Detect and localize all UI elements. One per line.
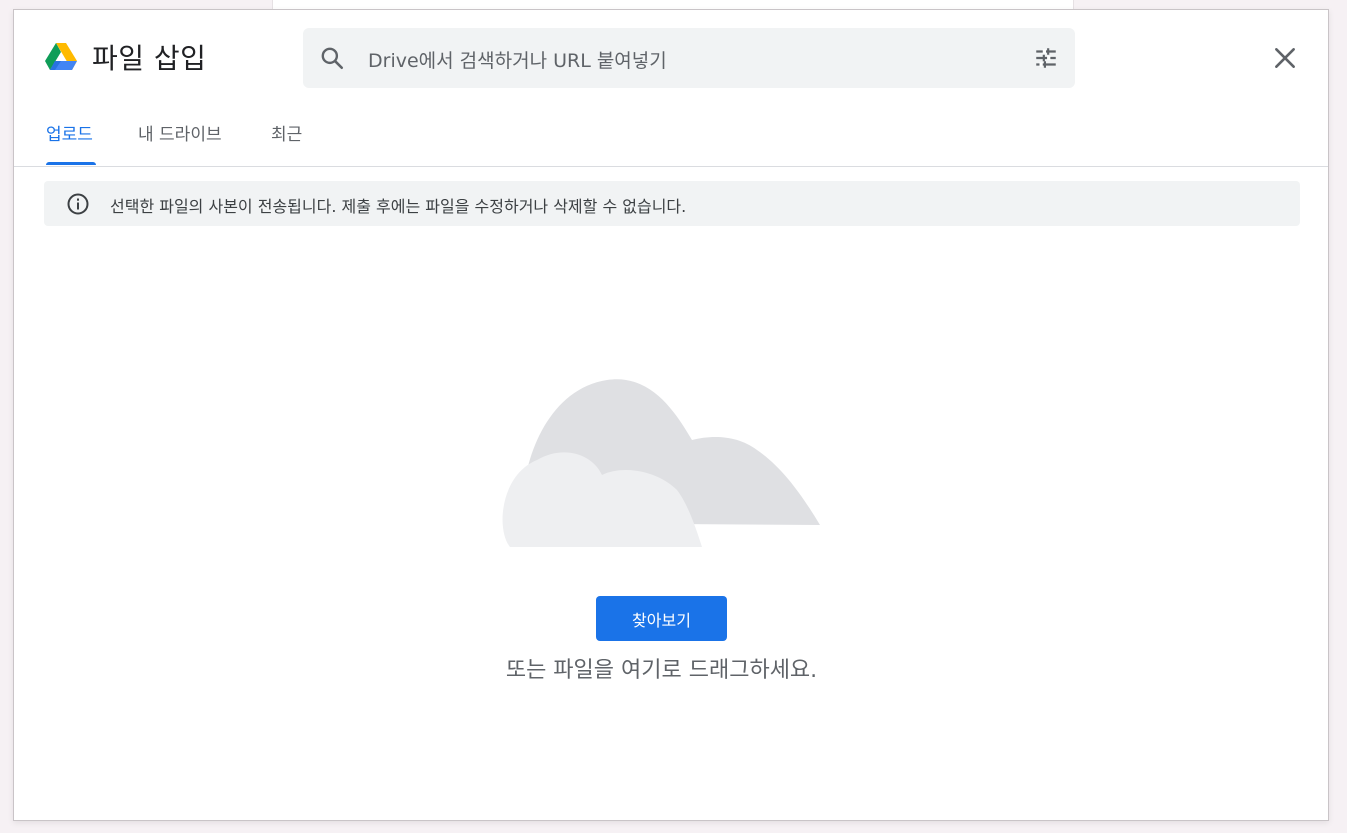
- info-notice: 선택한 파일의 사본이 전송됩니다. 제출 후에는 파일을 수정하거나 삭제할 …: [44, 181, 1300, 226]
- dialog-header: 파일 삽입 Drive에서 검색하거나 URL 붙여넣기: [14, 10, 1328, 110]
- search-bar[interactable]: Drive에서 검색하거나 URL 붙여넣기: [303, 28, 1075, 88]
- drag-instruction: 또는 파일을 여기로 드래그하세요.: [505, 658, 818, 683]
- tune-icon[interactable]: [1033, 45, 1059, 71]
- tab-my-drive[interactable]: 내 드라이브: [138, 120, 222, 166]
- info-icon: [67, 193, 89, 215]
- tab-bar: 업로드 내 드라이브 최근: [14, 110, 1328, 167]
- dialog-title: 파일 삽입: [92, 42, 207, 75]
- notice-text: 선택한 파일의 사본이 전송됩니다. 제출 후에는 파일을 수정하거나 삭제할 …: [110, 197, 687, 216]
- close-icon[interactable]: [1272, 45, 1298, 71]
- search-icon[interactable]: [319, 45, 345, 71]
- tab-recent[interactable]: 최근: [271, 120, 302, 166]
- search-input[interactable]: Drive에서 검색하거나 URL 붙여넣기: [368, 46, 667, 73]
- google-drive-icon: [45, 43, 77, 70]
- browse-button[interactable]: 찾아보기: [596, 596, 727, 641]
- insert-file-dialog: 파일 삽입 Drive에서 검색하거나 URL 붙여넣기 업로드 내 드라이브 …: [13, 9, 1329, 821]
- tab-upload[interactable]: 업로드: [46, 120, 93, 166]
- cloud-icon: [502, 379, 820, 547]
- active-tab-indicator: [46, 162, 96, 165]
